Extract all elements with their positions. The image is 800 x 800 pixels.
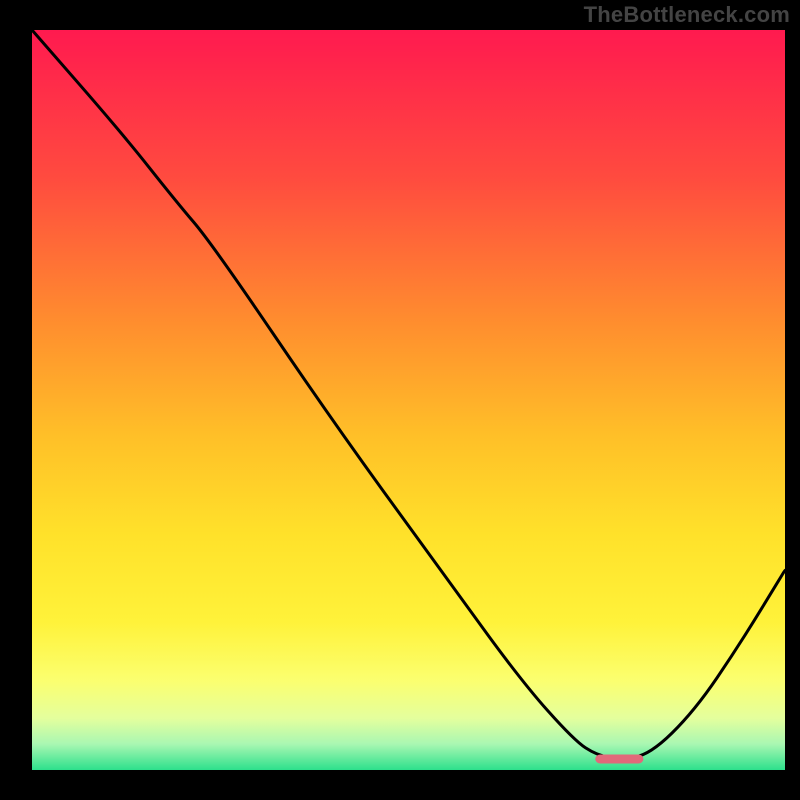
watermark-label: TheBottleneck.com (584, 2, 790, 28)
optimum-marker (595, 754, 643, 763)
bottleneck-chart (0, 0, 800, 800)
chart-container: TheBottleneck.com (0, 0, 800, 800)
plot-background (32, 30, 785, 770)
